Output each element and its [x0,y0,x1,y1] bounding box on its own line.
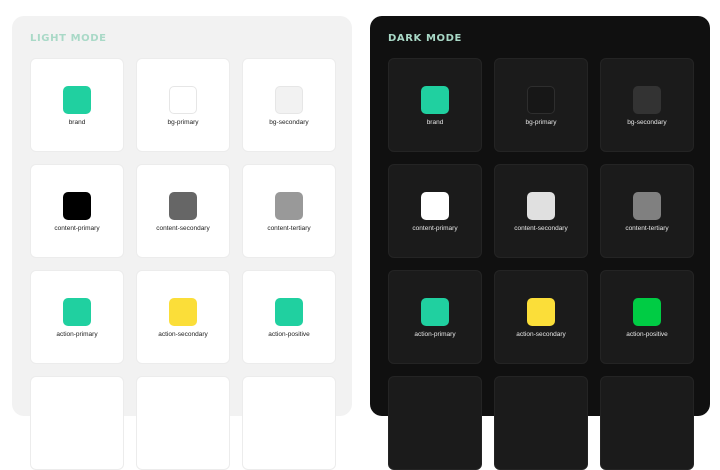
color-swatch [275,86,303,114]
token-card-content-secondary[interactable]: content-secondary [494,164,588,258]
token-label: action-secondary [158,331,208,338]
light-mode-panel: LIGHT MODE brand bg-primary bg-secondary… [12,16,352,470]
token-card-action-primary[interactable]: action-primary [30,270,124,364]
token-label: content-primary [412,225,458,232]
token-label: content-secondary [156,225,210,232]
token-card-bg-secondary[interactable]: bg-secondary [600,58,694,152]
token-card-content-primary[interactable]: content-primary [388,164,482,258]
color-swatch [63,298,91,326]
color-swatch [633,86,661,114]
token-card-action-secondary[interactable]: action-secondary [494,270,588,364]
token-label: content-tertiary [267,225,311,232]
color-swatch [527,298,555,326]
color-swatch [527,192,555,220]
token-card-bg-primary[interactable]: bg-primary [136,58,230,152]
token-card-brand[interactable]: brand [30,58,124,152]
token-card-brand[interactable]: brand [388,58,482,152]
color-swatch [169,86,197,114]
dark-mode-title: DARK MODE [388,33,462,44]
color-swatch [169,192,197,220]
token-label: content-tertiary [625,225,669,232]
light-token-grid: brand bg-primary bg-secondary content-pr… [30,58,352,470]
token-card-content-tertiary[interactable]: content-tertiary [600,164,694,258]
dark-mode-panel: DARK MODE brand bg-primary bg-secondary … [370,16,710,470]
token-card-partial[interactable] [600,376,694,470]
color-swatch [63,192,91,220]
color-swatch [63,86,91,114]
color-swatch [633,298,661,326]
token-label: bg-primary [525,119,557,126]
light-mode-title: LIGHT MODE [30,33,107,44]
token-label: bg-primary [167,119,199,126]
token-label: brand [68,119,86,126]
color-swatch [633,192,661,220]
token-card-partial[interactable] [494,376,588,470]
token-card-partial[interactable] [388,376,482,470]
token-label: brand [426,119,444,126]
token-card-partial[interactable] [30,376,124,470]
token-card-partial[interactable] [242,376,336,470]
token-card-bg-primary[interactable]: bg-primary [494,58,588,152]
token-card-action-secondary[interactable]: action-secondary [136,270,230,364]
color-swatch [421,298,449,326]
token-label: bg-secondary [627,119,667,126]
token-card-partial[interactable] [136,376,230,470]
color-swatch [421,86,449,114]
token-card-content-primary[interactable]: content-primary [30,164,124,258]
token-card-action-primary[interactable]: action-primary [388,270,482,364]
token-card-bg-secondary[interactable]: bg-secondary [242,58,336,152]
token-label: action-positive [626,331,668,338]
token-label: bg-secondary [269,119,309,126]
color-swatch [169,298,197,326]
token-card-content-tertiary[interactable]: content-tertiary [242,164,336,258]
token-label: action-secondary [516,331,566,338]
token-label: action-primary [56,331,98,338]
color-swatch [275,192,303,220]
token-label: content-secondary [514,225,568,232]
token-card-content-secondary[interactable]: content-secondary [136,164,230,258]
color-swatch [275,298,303,326]
token-card-action-positive[interactable]: action-positive [600,270,694,364]
color-swatch [421,192,449,220]
token-label: action-positive [268,331,310,338]
token-label: content-primary [54,225,100,232]
color-swatch [527,86,555,114]
token-label: action-primary [414,331,456,338]
dark-token-grid: brand bg-primary bg-secondary content-pr… [388,58,710,470]
token-card-action-positive[interactable]: action-positive [242,270,336,364]
